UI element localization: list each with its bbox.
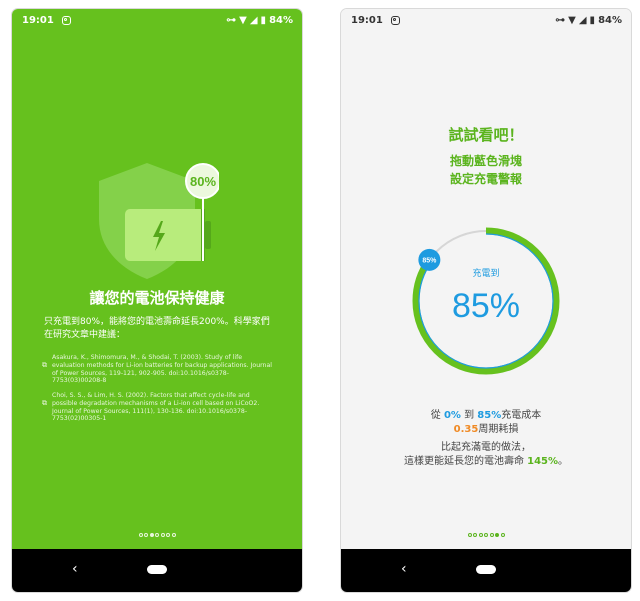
charge-limit-label: 80% <box>190 174 216 189</box>
back-icon[interactable]: ‹ <box>72 561 78 577</box>
instagram-icon <box>390 15 400 25</box>
back-icon[interactable]: ‹ <box>401 561 407 577</box>
cycle-wear-line: 0.35周期耗損 <box>341 420 631 435</box>
home-button[interactable] <box>147 565 167 574</box>
external-link-icon: ⧉ <box>42 361 47 369</box>
wifi-icon: ▼ <box>568 14 576 26</box>
battery-icon: ▮ <box>260 14 267 26</box>
status-bar: 19:01 ⊶ ▼ ◢ ▮ 84% <box>341 9 631 31</box>
page-dot[interactable] <box>473 533 477 537</box>
page-dot[interactable] <box>500 533 505 537</box>
page-indicator <box>341 533 631 537</box>
page-dot[interactable] <box>495 533 499 537</box>
gauge-value: 85% <box>452 287 520 325</box>
page-dot[interactable] <box>171 533 176 537</box>
page-indicator <box>12 533 302 537</box>
phone-screen-2: 19:01 ⊶ ▼ ◢ ▮ 84% 試試看吧！ 拖動藍色滑塊 設定充電警報 充電… <box>341 9 631 592</box>
battery-icon: ▮ <box>589 14 596 26</box>
status-battery: 84% <box>269 14 293 26</box>
comparison-line: 比起充滿電的做法， <box>441 442 531 453</box>
status-time: 19:01 <box>351 14 383 26</box>
lifespan-line: 這樣更能延長您的電池壽命 145%。 <box>341 452 631 467</box>
signal-icon: ◢ <box>249 14 258 26</box>
charge-slider-knob[interactable]: 85% <box>418 248 441 271</box>
body-text: 只充電到80%，能將您的電池壽命延長200%。科學家們在研究文章中建議： <box>44 317 270 340</box>
instruction-line-2: 設定充電警報 <box>449 172 522 186</box>
gauge-label: 充電到 <box>472 267 499 278</box>
status-bar: 19:01 ⊶ ▼ ◢ ▮ 84% <box>12 9 302 31</box>
page-dot[interactable] <box>155 533 159 537</box>
page-dot[interactable] <box>484 533 488 537</box>
try-it-screen: 19:01 ⊶ ▼ ◢ ▮ 84% 試試看吧！ 拖動藍色滑塊 設定充電警報 充電… <box>341 9 631 549</box>
page-dot[interactable] <box>467 533 472 537</box>
instagram-icon <box>61 15 71 25</box>
reference-item[interactable]: ⧉ Choi, S. S., & Lim, H. S. (2002). Fact… <box>42 392 272 423</box>
status-battery: 84% <box>598 14 622 26</box>
cycle-wear-label: 周期耗損 <box>478 424 519 435</box>
page-dot[interactable] <box>166 533 170 537</box>
navigation-bar: ‹ <box>12 549 302 592</box>
page-dot[interactable] <box>149 533 154 537</box>
home-button[interactable] <box>476 565 496 574</box>
battery-icon <box>125 209 205 261</box>
svg-text:85%: 85% <box>422 257 437 264</box>
cycle-wear-value: 0.35 <box>453 424 479 435</box>
signal-icon: ◢ <box>578 14 587 26</box>
page-dot[interactable] <box>478 533 483 537</box>
charge-gauge: 充電到 85% 85% <box>412 227 560 375</box>
lifespan-label: 這樣更能延長您的電池壽命 <box>403 456 524 467</box>
link-icon: ⊶ <box>555 14 566 26</box>
lifespan-punct: 。 <box>558 456 569 467</box>
phone-screen-1: 19:01 ⊶ ▼ ◢ ▮ 84% 80% 讓您的電池保持健康 只充電到80%，… <box>12 9 302 592</box>
charge-cost-line: 從 0% 到 85%充電成本 <box>341 406 631 421</box>
reference-text: Asakura, K., Shimomura, M., & Shodai, T.… <box>52 354 272 385</box>
status-time: 19:01 <box>22 14 54 26</box>
reference-item[interactable]: ⧉ Asakura, K., Shimomura, M., & Shodai, … <box>42 354 272 385</box>
page-dot[interactable] <box>160 533 165 537</box>
lifespan-value: 145% <box>527 456 559 467</box>
page-dot[interactable] <box>489 533 494 537</box>
onboarding-health-screen: 19:01 ⊶ ▼ ◢ ▮ 84% 80% 讓您的電池保持健康 只充電到80%，… <box>12 9 302 549</box>
battery-shield-illustration: 80% <box>99 163 219 279</box>
link-icon: ⊶ <box>226 14 237 26</box>
navigation-bar: ‹ <box>341 549 631 592</box>
page-title: 試試看吧！ <box>448 126 524 144</box>
page-dot[interactable] <box>144 533 148 537</box>
external-link-icon: ⧉ <box>42 399 47 407</box>
instruction-line-1: 拖動藍色滑塊 <box>449 154 522 168</box>
page-dot[interactable] <box>138 533 143 537</box>
page-title: 讓您的電池保持健康 <box>89 289 225 307</box>
wifi-icon: ▼ <box>239 14 247 26</box>
reference-text: Choi, S. S., & Lim, H. S. (2002). Factor… <box>52 392 260 423</box>
